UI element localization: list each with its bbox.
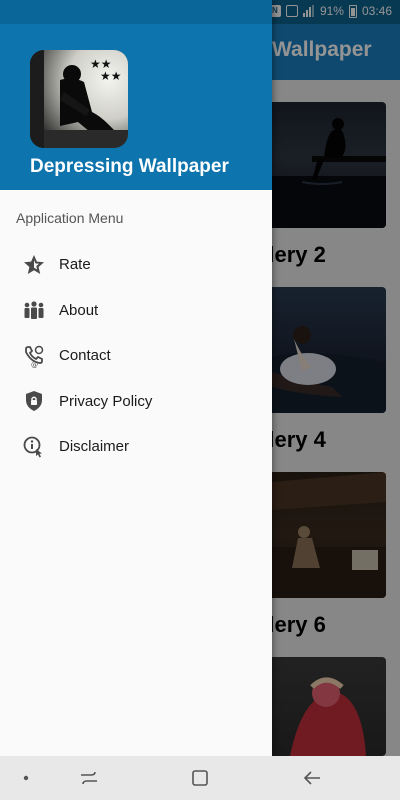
signal-icon [302,5,315,17]
phone-contact-icon: @ [22,344,46,368]
drawer-menu: Rate About @ Contact Privacy Policy Disc… [0,242,272,470]
menu-item-about[interactable]: About [0,288,272,334]
drawer-app-name: Depressing Wallpaper [30,156,229,177]
menu-item-rate[interactable]: Rate [0,242,272,288]
menu-item-contact[interactable]: @ Contact [0,333,272,379]
dot-indicator-icon [15,767,37,789]
gallery-thumbnail[interactable] [272,287,386,413]
people-icon [22,298,46,322]
menu-label: Contact [59,347,111,365]
battery-icon [348,4,357,18]
star-icon [22,253,46,277]
gallery-thumbnail[interactable] [272,472,386,598]
battery-percent: 91% [319,4,344,18]
menu-label: Privacy Policy [59,392,153,410]
drawer-header: ★★ ★★ Depressing Wallpaper [0,0,272,190]
sim-card-icon [285,5,298,17]
app-bar-title: Wallpaper [272,38,372,61]
menu-item-privacy-policy[interactable]: Privacy Policy [0,379,272,425]
menu-label: Disclaimer [59,438,130,456]
drawer-status-strip [0,0,272,24]
svg-text:@: @ [31,361,38,368]
menu-section-title: Application Menu [16,210,124,226]
menu-label: Rate [59,256,91,274]
svg-text:★★: ★★ [100,69,122,83]
menu-item-disclaimer[interactable]: Disclaimer [0,424,272,470]
gallery-thumbnail[interactable] [272,657,386,756]
shield-lock-icon [22,389,46,413]
recent-apps-icon[interactable] [78,767,100,789]
app-logo: ★★ ★★ [30,50,128,148]
system-nav-bar [0,756,400,800]
navigation-drawer: ★★ ★★ Depressing Wallpaper Application M… [0,0,272,756]
home-icon[interactable] [189,767,211,789]
clock: 03:46 [361,4,392,18]
info-touch-icon [22,435,46,459]
menu-label: About [59,301,99,319]
back-icon[interactable] [301,767,323,789]
gallery-thumbnail[interactable] [272,102,386,228]
